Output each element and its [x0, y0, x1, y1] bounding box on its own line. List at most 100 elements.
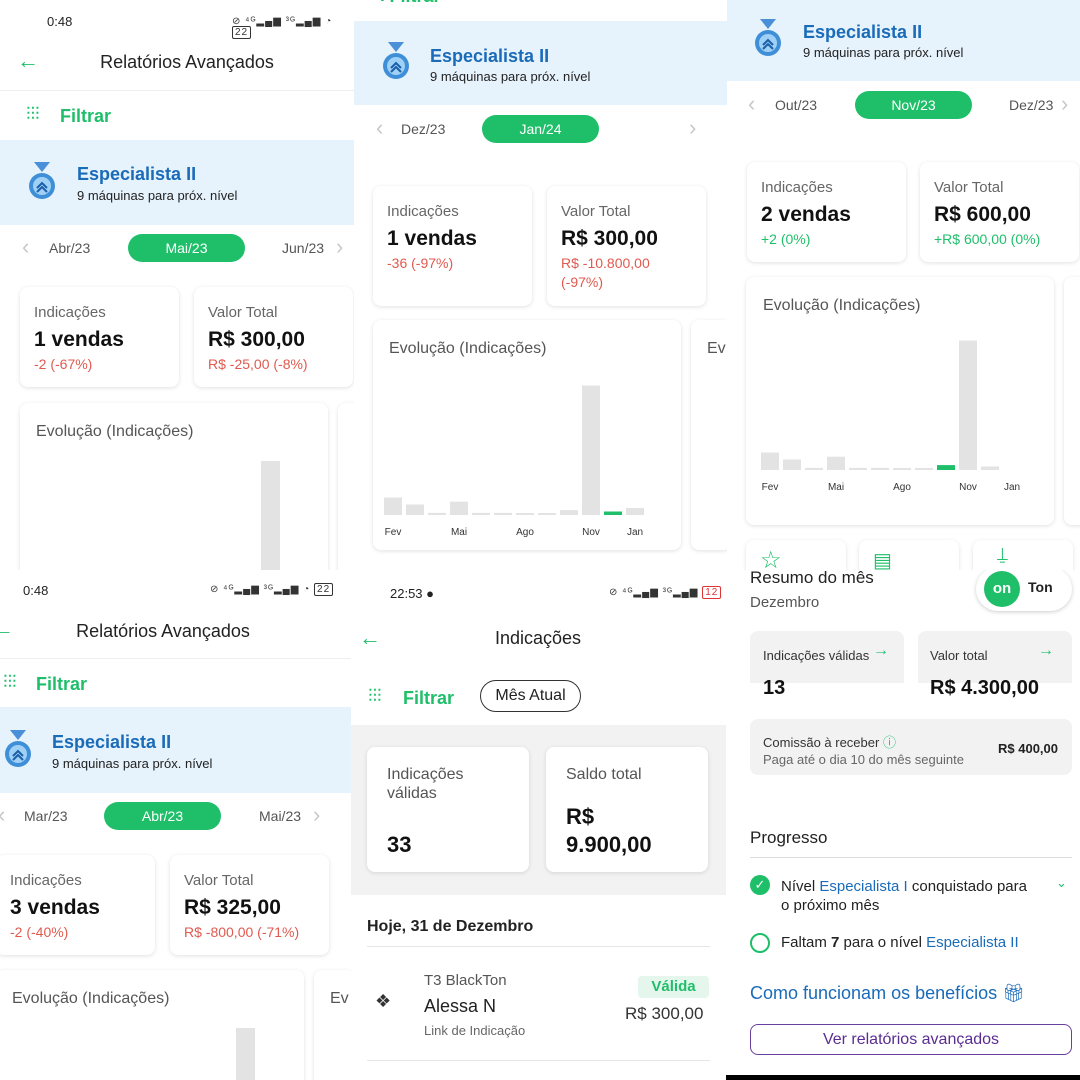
- benefits-link[interactable]: Como funcionam os benefícios 🎁︎: [750, 983, 1025, 1004]
- period-chip[interactable]: Mês Atual: [480, 680, 581, 712]
- next-month-chevron-icon[interactable]: ›: [313, 802, 320, 828]
- chart-bar-6: [516, 513, 534, 515]
- back-arrow-icon[interactable]: ←: [0, 616, 14, 642]
- next-month-chevron-icon[interactable]: ›: [336, 234, 343, 260]
- panel-indicacoes: 22:53 ● ⊘ ⁴ᴳ▂▄▆ ³ᴳ▂▄▆ 12 ← Indicações ⫶⫶…: [351, 570, 726, 1080]
- chart-bar: [261, 461, 280, 570]
- chart-bar: [236, 1028, 255, 1080]
- help-icon: ⓘ: [882, 735, 896, 750]
- reports-button[interactable]: Ver relatórios avançados: [750, 1024, 1072, 1055]
- panel-report-jan: ⫶ Filtrar Especialista II 9 máquinas par…: [354, 0, 727, 570]
- prev-month-chevron-icon[interactable]: ‹: [0, 802, 5, 828]
- month-prev[interactable]: Abr/23: [49, 240, 90, 256]
- chart-bar-2: [428, 512, 446, 515]
- chat-notification-icon: ●: [426, 586, 435, 601]
- month-current-pill[interactable]: Abr/23: [104, 802, 221, 830]
- card-indicacoes-delta: +2 (0%): [761, 231, 811, 247]
- month-prev[interactable]: Dez/23: [401, 121, 445, 137]
- month-prev[interactable]: Mar/23: [24, 808, 68, 824]
- chart-tick-mai: Mai: [828, 482, 844, 493]
- status-icons: ⊘ ⁴ᴳ▂▄▆ ³ᴳ▂▄▆ ◔ 22: [210, 583, 334, 596]
- filter-button[interactable]: Filtrar: [403, 688, 454, 709]
- next-month-chevron-icon[interactable]: ›: [1061, 91, 1068, 117]
- month-prev[interactable]: Out/23: [775, 97, 817, 113]
- chart-bar-8: [937, 465, 955, 470]
- next-month-chevron-icon[interactable]: ›: [689, 115, 696, 141]
- level-subtitle: 9 máquinas para próx. nível: [52, 756, 213, 771]
- chart-bar-8: [560, 510, 578, 515]
- prev-month-chevron-icon[interactable]: ‹: [22, 234, 29, 260]
- chart-title-next: Ev: [330, 990, 349, 1007]
- card-indicacoes-label: Indicações: [10, 872, 82, 889]
- level-title: Especialista II: [77, 164, 197, 184]
- card-indicacoes-label: Indicações: [387, 203, 459, 220]
- month-next[interactable]: Mai/23: [259, 808, 301, 824]
- card-indicacoes-delta: -2 (-67%): [34, 356, 93, 372]
- level-title: Especialista II: [52, 732, 172, 752]
- filter-sliders-icon[interactable]: ⫶⫶⫶: [3, 672, 17, 693]
- chart-title-next: Ev: [707, 340, 726, 357]
- status-icons: ⊘ ⁴ᴳ▂▄▆ ³ᴳ▂▄▆ ◔ 22: [232, 16, 333, 39]
- shortcut-machine[interactable]: ⍊: [973, 540, 1073, 570]
- shortcut-star[interactable]: ☆: [746, 540, 846, 570]
- card-indicacoes-value: 13: [763, 677, 786, 698]
- battery-icon: 22: [232, 26, 252, 39]
- status-time: 0:48: [47, 14, 73, 29]
- card-indicacoes-label: Indicações: [34, 304, 106, 321]
- chart-bar-1: [406, 504, 424, 515]
- shortcut-document[interactable]: ▤: [859, 540, 959, 570]
- chart-tick-nov: Nov: [582, 527, 600, 538]
- chevron-down-icon[interactable]: ⌄: [1056, 875, 1067, 891]
- filter-button[interactable]: Filtrar: [36, 674, 87, 695]
- evolution-chart: Fev Mai Ago Nov Jan: [384, 385, 644, 538]
- card-valor-value: R$ 300,00: [561, 227, 658, 250]
- gift-icon: 🎁︎: [1002, 983, 1026, 1003]
- ton-chat-button[interactable]: on Ton: [976, 570, 1072, 611]
- card-indicacoes-delta: -2 (-40%): [10, 924, 69, 940]
- card-saldo-value-1: R$: [566, 804, 595, 829]
- filter-sliders-icon[interactable]: ⫶⫶⫶: [26, 104, 40, 125]
- card-valor-label: Valor Total: [561, 203, 631, 220]
- medal-icon: [755, 19, 781, 56]
- chart-bar-3: [827, 456, 845, 470]
- prev-month-chevron-icon[interactable]: ‹: [748, 91, 755, 117]
- card-valor-value: R$ 325,00: [184, 896, 281, 919]
- card-indicacoes-delta: -36 (-97%): [387, 255, 454, 271]
- chart-title: Evolução (Indicações): [36, 423, 194, 440]
- month-current-pill[interactable]: Nov/23: [855, 91, 972, 119]
- status-badge: Válida: [638, 976, 709, 998]
- chart-card-next: [338, 403, 354, 570]
- filter-button[interactable]: Filtrar: [60, 106, 111, 127]
- chart-bar-0: [761, 452, 779, 470]
- filter-sliders-icon[interactable]: ⫶⫶⫶: [368, 686, 382, 707]
- month-current-pill[interactable]: Jan/24: [482, 115, 599, 143]
- back-arrow-icon[interactable]: ←: [17, 48, 39, 74]
- item-source: Link de Indicação: [424, 1023, 526, 1038]
- chart-tick-mai: Mai: [451, 527, 467, 538]
- card-indicacoes-label-2: válidas: [387, 785, 437, 802]
- card-indicacoes-value: 1 vendas: [387, 227, 477, 250]
- month-next[interactable]: Dez/23: [1009, 97, 1053, 113]
- check-circle-icon: ✓: [750, 875, 770, 895]
- prev-month-chevron-icon[interactable]: ‹: [376, 115, 383, 141]
- battery-icon: 22: [314, 583, 334, 596]
- month-current-pill[interactable]: Mai/23: [128, 234, 245, 262]
- arrow-right-icon: →: [873, 642, 889, 659]
- chart-tick-nov: Nov: [959, 482, 977, 493]
- chart-bar-1: [783, 459, 801, 470]
- summary-title: Resumo do mês: [750, 570, 874, 587]
- card-valor-delta: +R$ 600,00 (0%): [934, 231, 1041, 247]
- commission-value: R$ 400,00: [998, 741, 1058, 756]
- month-next[interactable]: Jun/23: [282, 240, 324, 256]
- back-arrow-icon[interactable]: ←: [359, 625, 381, 651]
- top-divider: [0, 90, 354, 91]
- card-valor-value: R$ 300,00: [208, 328, 305, 351]
- divider: [750, 857, 1072, 858]
- chart-card: [0, 970, 304, 1080]
- card-valor-delta: R$ -800,00 (-71%): [184, 924, 300, 940]
- panel-month-summary: Resumo do mês Dezembro on Ton Indicações…: [726, 570, 1080, 1080]
- filter-button-cut[interactable]: ⫶ Filtrar: [380, 0, 441, 7]
- panel-report-april: 0:48 ⊘ ⁴ᴳ▂▄▆ ³ᴳ▂▄▆ ◔ 22 ← Relatórios Ava…: [0, 570, 351, 1080]
- chart-tick-fev: Fev: [762, 482, 779, 493]
- card-indicacoes-value: 33: [387, 832, 412, 857]
